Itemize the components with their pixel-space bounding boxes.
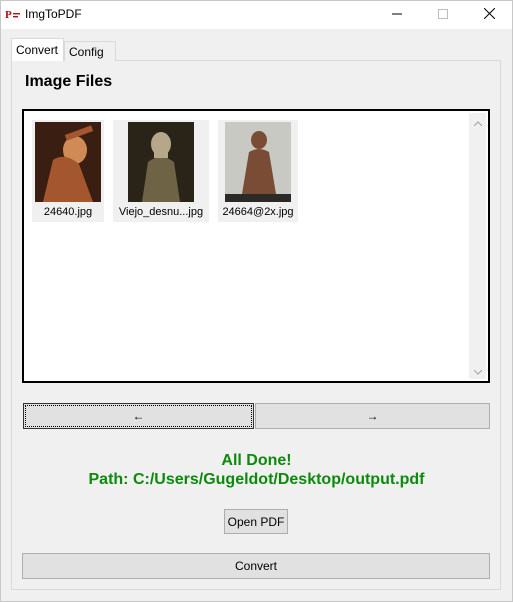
chevron-up-icon bbox=[473, 115, 482, 129]
file-item[interactable]: Viejo_desnu...jpg bbox=[113, 120, 209, 222]
file-item[interactable]: 24664@2x.jpg bbox=[218, 120, 298, 222]
scroll-down-button[interactable] bbox=[469, 362, 486, 379]
vertical-scrollbar[interactable] bbox=[469, 113, 486, 379]
tab-config[interactable]: Config bbox=[64, 41, 116, 61]
close-button[interactable] bbox=[466, 1, 512, 29]
maximize-icon bbox=[438, 8, 448, 22]
previous-button[interactable]: ← bbox=[23, 403, 254, 429]
thumbnail-image bbox=[35, 122, 101, 202]
minimize-button[interactable] bbox=[374, 1, 420, 29]
image-files-list[interactable]: 24640.jpg Viejo_desnu...jpg 24664@2x.jpg bbox=[22, 109, 490, 383]
scroll-up-button[interactable] bbox=[469, 113, 486, 130]
file-item[interactable]: 24640.jpg bbox=[32, 120, 104, 222]
file-name: 24664@2x.jpg bbox=[222, 206, 294, 218]
status-message: All Done! bbox=[221, 452, 292, 469]
convert-button[interactable]: Convert bbox=[22, 553, 490, 579]
next-button[interactable]: → bbox=[255, 403, 490, 429]
close-icon bbox=[483, 7, 495, 22]
image-files-heading: Image Files bbox=[25, 73, 113, 90]
thumbnail-image bbox=[225, 122, 291, 202]
thumbnail-image bbox=[128, 122, 194, 202]
app-window: P ImgToPDF Convert Config Image Files 24… bbox=[0, 0, 513, 602]
tab-convert[interactable]: Convert bbox=[11, 38, 64, 61]
file-name: Viejo_desnu...jpg bbox=[118, 206, 204, 218]
svg-text:P: P bbox=[5, 9, 12, 20]
file-name: 24640.jpg bbox=[43, 206, 93, 218]
open-pdf-button[interactable]: Open PDF bbox=[224, 509, 288, 534]
chevron-down-icon bbox=[473, 364, 482, 378]
app-logo-icon: P bbox=[5, 8, 21, 21]
title-bar[interactable]: P ImgToPDF bbox=[1, 1, 512, 29]
maximize-button[interactable] bbox=[420, 1, 466, 29]
minimize-icon bbox=[392, 8, 402, 22]
window-title: ImgToPDF bbox=[25, 7, 82, 21]
output-path: Path: C:/Users/Gugeldot/Desktop/output.p… bbox=[88, 471, 425, 488]
